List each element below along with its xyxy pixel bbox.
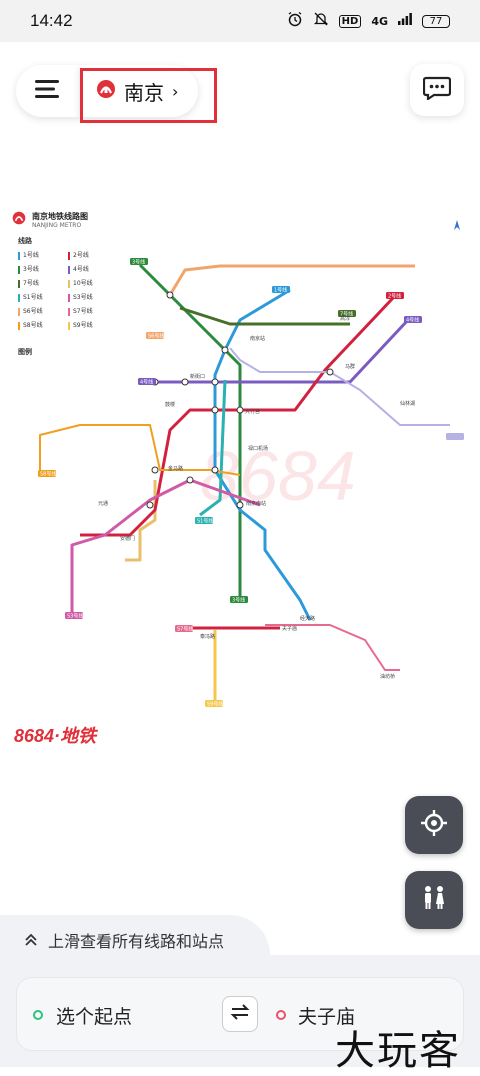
destination-dot-icon xyxy=(276,1010,286,1020)
brand-logo: 8684·地铁 xyxy=(14,726,97,746)
line-tag: S7号线 xyxy=(177,626,193,633)
line-tag: S8号线 xyxy=(40,471,56,478)
status-time: 14:42 xyxy=(30,11,73,30)
line-tag: 3号线 xyxy=(132,259,145,266)
station-label[interactable]: 夫子庙 xyxy=(282,625,297,632)
station-label[interactable]: 南京南站 xyxy=(246,500,266,507)
interchange-station[interactable] xyxy=(221,346,229,354)
line-tag: S9号线 xyxy=(207,701,223,708)
metro-line-line7[interactable] xyxy=(179,306,350,326)
station-label[interactable]: 禄口机场 xyxy=(248,445,268,452)
message-button[interactable] xyxy=(410,64,464,116)
metro-map[interactable]: 8684 3号线1号线2号线4号线4号线7号线S6号线S7号线S1号线S3号线S… xyxy=(0,200,480,760)
battery-level: 77 xyxy=(422,14,450,28)
watermark-text: 大玩客 xyxy=(335,1028,461,1074)
network-indicator: 4G xyxy=(371,14,388,28)
origin-input[interactable]: 选个起点 xyxy=(56,1002,132,1029)
line-tag: S6号线 xyxy=(148,333,164,340)
sheet-hint: 上滑查看所有线路和站点 xyxy=(48,932,225,951)
interchange-station[interactable] xyxy=(146,501,154,509)
metro-line-lineS6[interactable] xyxy=(168,264,415,296)
crosshair-icon xyxy=(420,809,448,841)
interchange-station[interactable] xyxy=(211,406,219,414)
line-tag: S3号线 xyxy=(67,613,83,620)
interchange-station[interactable] xyxy=(166,291,174,299)
station-label[interactable]: 鼓楼 xyxy=(165,401,175,408)
double-chevron-up-icon xyxy=(24,931,38,950)
station-label[interactable]: 泰冯路 xyxy=(200,633,215,640)
station-label[interactable]: 马群 xyxy=(345,363,355,370)
station-label[interactable]: 金马路 xyxy=(168,465,183,472)
line-tag: 2号线 xyxy=(388,293,401,300)
line-tag: S1号线 xyxy=(197,518,213,525)
line-tag: 3号线 xyxy=(232,597,245,604)
restroom-button[interactable] xyxy=(405,871,463,929)
station-label[interactable]: 仙林湖 xyxy=(400,400,415,407)
metro-line-line10[interactable] xyxy=(125,480,157,562)
interchange-station[interactable] xyxy=(151,466,159,474)
swap-arrows-icon xyxy=(230,1003,250,1025)
menu-button[interactable] xyxy=(16,65,80,117)
city-highlight-frame xyxy=(80,68,217,123)
swap-button[interactable] xyxy=(222,996,258,1032)
interchange-station[interactable] xyxy=(236,406,244,414)
locate-button[interactable] xyxy=(405,796,463,854)
mute-bell-icon xyxy=(313,11,329,31)
line-tag: 4号线 xyxy=(406,317,419,324)
signal-icon xyxy=(398,13,412,29)
interchange-station[interactable] xyxy=(236,501,244,509)
interchange-station[interactable] xyxy=(181,378,189,386)
restroom-icon xyxy=(419,883,449,917)
interchange-station[interactable] xyxy=(211,466,219,474)
origin-dot-icon xyxy=(33,1010,43,1020)
line-tag: 1号线 xyxy=(274,287,287,294)
status-icons: HD 4G 77 xyxy=(287,11,450,31)
station-label[interactable]: 油坊桥 xyxy=(380,673,395,680)
interchange-station[interactable] xyxy=(211,378,219,386)
station-label[interactable]: 经天路 xyxy=(300,615,315,622)
station-label[interactable]: 南京站 xyxy=(250,335,265,342)
station-label[interactable]: 新街口 xyxy=(190,373,205,380)
interchange-station[interactable] xyxy=(186,476,194,484)
line-tag-bg xyxy=(446,433,464,440)
station-label[interactable]: 高淳 xyxy=(340,315,350,322)
status-bar: 14:42 HD 4G 77 xyxy=(0,0,480,42)
hamburger-icon xyxy=(35,79,61,103)
metro-line-line3[interactable] xyxy=(138,263,242,600)
line-tag: 4号线 xyxy=(140,379,153,386)
message-icon xyxy=(422,76,452,104)
metro-line-lineS5[interactable] xyxy=(229,347,450,426)
station-label[interactable]: 元通 xyxy=(98,500,108,507)
interchange-station[interactable] xyxy=(326,368,334,376)
station-label[interactable]: 大行宫 xyxy=(245,408,260,415)
station-label[interactable]: 安德门 xyxy=(120,535,135,542)
alarm-icon xyxy=(287,11,303,31)
hd-badge: HD xyxy=(338,14,362,28)
